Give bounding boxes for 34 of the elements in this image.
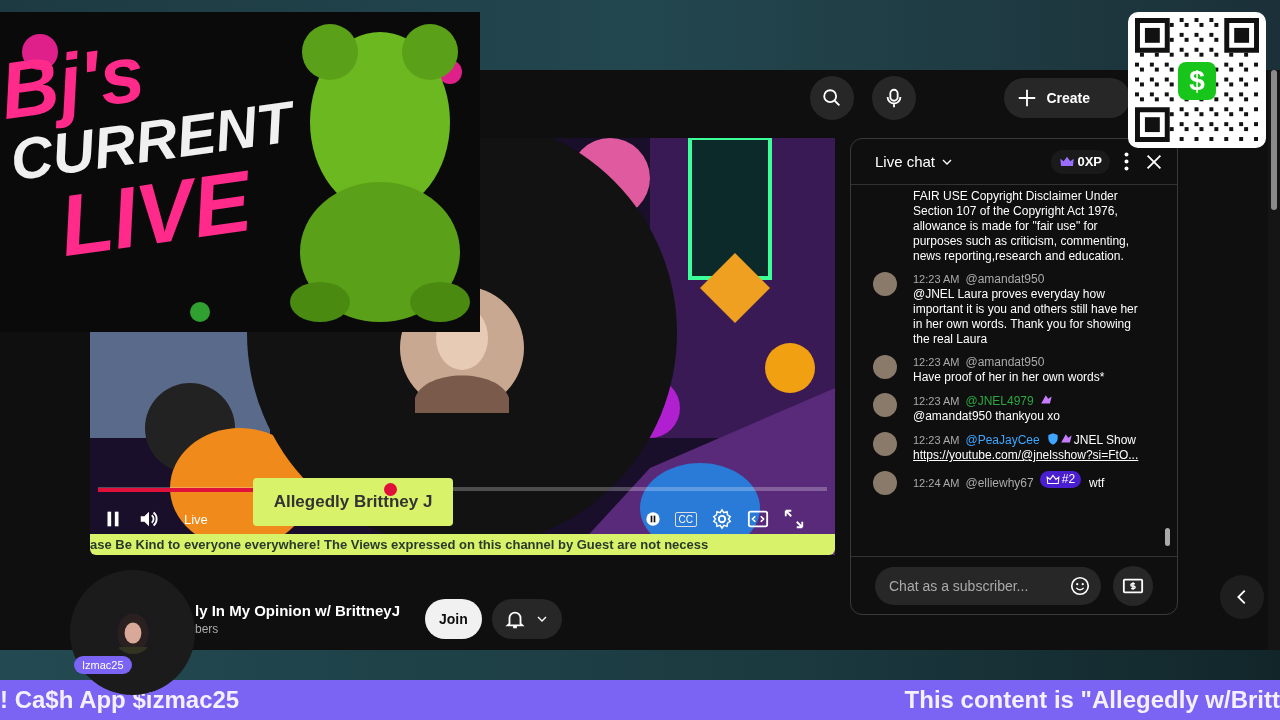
cash-symbol: $ — [1178, 62, 1216, 100]
author-name[interactable]: @PeaJayCee — [965, 433, 1040, 447]
chat-input-field[interactable]: Chat as a subscriber... — [887, 576, 1069, 595]
join-button[interactable]: Join — [425, 599, 482, 639]
timestamp: 12:23 AM — [913, 434, 960, 446]
chat-message: @JNEL Laura proves everyday how important it is you and others still have her in her own words. Thank you for showing the real Laura — [913, 287, 1139, 347]
ticker-text: This content is "Allegedly w/Britt — [904, 686, 1280, 714]
chat-message: wtf — [1089, 475, 1105, 491]
chat-message: FAIR USE Copyright Disclaimer Under Section 107 of the Copyright Act 1976, allowance is made for "fair use" for purposes such as criticism, commenting, news reporting,research and education. — [913, 189, 1131, 264]
chat-mode-dropdown[interactable]: Live chat — [875, 153, 956, 170]
author-name[interactable]: @amandat950 — [965, 272, 1045, 286]
author-name[interactable]: @amandat950 — [965, 355, 1045, 369]
lower-third-banner: Allegedly Brittney J — [253, 478, 453, 526]
captions-button[interactable]: CC — [674, 511, 697, 527]
timestamp: 12:23 AM — [913, 395, 960, 407]
chat-message: JNEL Show — [1073, 433, 1136, 448]
chat-input-background[interactable]: Chat as a subscriber... — [875, 566, 1101, 605]
author-name[interactable]: @elliewhy67 — [965, 475, 1034, 490]
live-label: Live — [184, 511, 208, 527]
username-badge: Izmac25 — [74, 656, 132, 674]
subscriber-count: bers — [195, 622, 220, 636]
xp-button[interactable]: 0XP — [1051, 149, 1110, 174]
timestamp: 12:24 AM — [913, 476, 960, 489]
author-name[interactable]: @JNEL4979 — [965, 394, 1034, 408]
ticker-banner: ase Be Kind to everyone everywhere! The Views expressed on this channel by Guest are not necess — [90, 534, 835, 555]
rank-badge: #2 — [1039, 471, 1082, 488]
ticker-text: ! Ca$h App $izmac25 — [0, 686, 240, 714]
timestamp: 12:23 AM — [913, 273, 960, 285]
create-button[interactable]: Create — [1004, 77, 1130, 118]
chat-message: Have proof of her in her own words* — [913, 370, 1105, 385]
chat-message: @amandat950 thankyou xo — [913, 409, 1060, 424]
message-link[interactable]: https://youtube.com/@jnelsshow?si=FtO... — [913, 448, 1149, 463]
channel-name[interactable]: ly In My Opinion w/ BrittneyJ — [195, 602, 401, 619]
timestamp: 12:23 AM — [913, 356, 960, 368]
